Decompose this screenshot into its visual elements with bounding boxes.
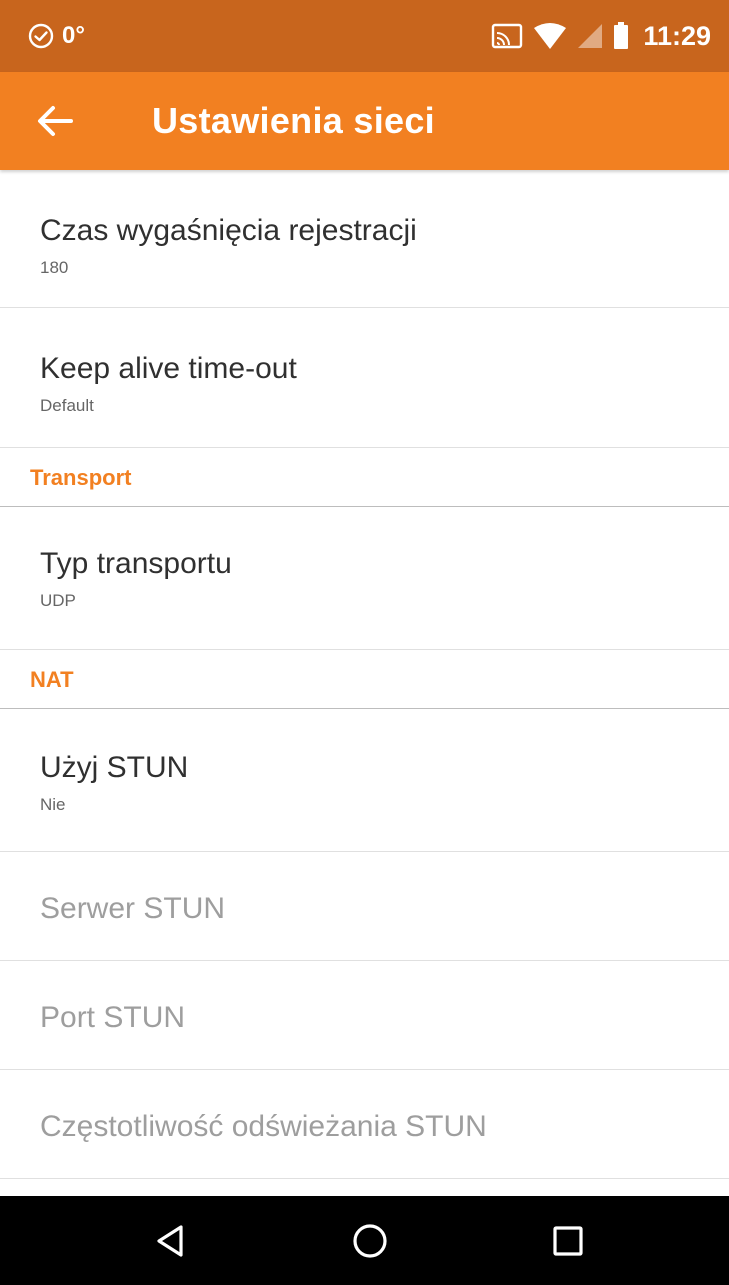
keep-alive-setting[interactable]: Keep alive time-out Default [0,308,729,448]
wifi-icon [533,22,567,50]
setting-title: Użyj STUN [40,751,189,784]
nav-back-button[interactable] [125,1196,215,1285]
category-label: Transport [30,465,132,490]
status-time: 11:29 [643,20,711,51]
setting-title: Keep alive time-out [40,352,297,385]
back-button[interactable] [0,72,110,170]
status-temperature: 0° [62,22,85,49]
recents-square-icon [552,1225,584,1257]
nav-recents-button[interactable] [523,1196,613,1285]
registration-expiry-setting[interactable]: Czas wygaśnięcia rejestracji 180 [0,170,729,308]
setting-title: Typ transportu [40,547,232,580]
status-bar: 0° 11:29 [0,0,729,72]
navigation-bar [0,1196,729,1285]
page-title: Ustawienia sieci [152,100,435,141]
setting-title: Częstotliwość odświeżania STUN [40,1110,487,1143]
check-circle-icon [28,23,54,49]
setting-summary: UDP [40,591,76,610]
arrow-left-icon [35,104,75,138]
setting-title: Port STUN [40,1001,186,1034]
home-circle-icon [352,1223,388,1259]
settings-list: Czas wygaśnięcia rejestracji 180 Keep al… [0,170,729,1179]
cast-icon [491,23,523,49]
stun-port-setting: Port STUN [0,961,729,1070]
signal-icon [577,23,603,49]
setting-summary: Nie [40,795,66,814]
nav-home-button[interactable] [325,1196,415,1285]
category-header-nat: NAT [0,650,729,709]
setting-title: Czas wygaśnięcia rejestracji [40,214,417,247]
category-header-transport: Transport [0,448,729,507]
back-triangle-icon [155,1224,185,1258]
setting-summary: Default [40,396,94,415]
stun-refresh-setting: Częstotliwość odświeżania STUN [0,1070,729,1179]
battery-icon [613,22,629,50]
use-stun-setting[interactable]: Użyj STUN Nie [0,709,729,852]
app-bar: Ustawienia sieci [0,72,729,170]
category-label: NAT [30,667,74,692]
transport-type-setting[interactable]: Typ transportu UDP [0,507,729,650]
stun-server-setting: Serwer STUN [0,852,729,961]
setting-summary: 180 [40,258,69,277]
setting-title: Serwer STUN [40,892,226,925]
